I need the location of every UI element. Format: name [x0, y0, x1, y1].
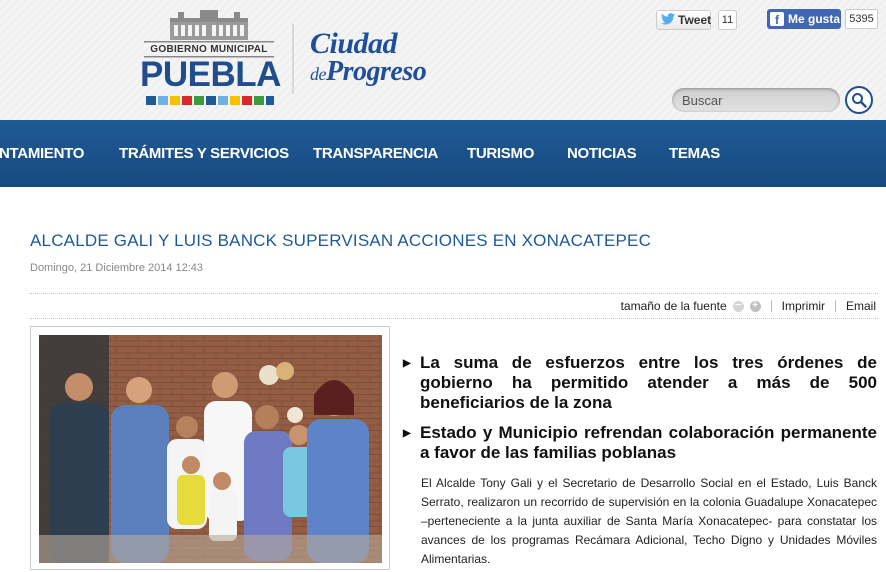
tagline-line2-wrapper: deProgreso [310, 56, 427, 88]
article-date: Domingo, 21 Diciembre 2014 12:43 [30, 262, 204, 274]
tweet-button[interactable]: Tweet [656, 10, 711, 30]
print-link[interactable]: Imprimir [782, 299, 825, 313]
toolbar-separator [770, 300, 772, 312]
article-photo[interactable] [39, 335, 382, 563]
tagline-line1: Ciudad [310, 27, 398, 60]
divider [30, 293, 878, 294]
tweet-count: 11 [718, 10, 737, 30]
site-header: GOBIERNO MUNICIPAL PUEBLA Ciudad deProgr… [0, 0, 886, 120]
search-button[interactable] [845, 86, 873, 114]
bullet-text: La suma de esfuerzos entre los tres órde… [420, 353, 877, 412]
bullet-arrow-icon: ▶ [403, 358, 411, 369]
nav-item-tramites[interactable]: TRÁMITES Y SERVICIOS [119, 145, 289, 162]
font-size-label: tamaño de la fuente [620, 299, 727, 313]
facebook-like-button[interactable]: f Me gusta [767, 9, 841, 29]
highlight-bullet: ▶ Estado y Municipio refrendan colaborac… [403, 423, 877, 463]
font-increase-icon[interactable]: + [749, 300, 761, 312]
email-link[interactable]: Email [846, 299, 876, 313]
divider [30, 318, 878, 319]
main-navigation: NTAMIENTO TRÁMITES Y SERVICIOS TRANSPARE… [0, 120, 886, 187]
bullet-arrow-icon: ▶ [403, 428, 411, 439]
facebook-like-count: 5395 [845, 9, 878, 29]
article-title[interactable]: ALCALDE GALI Y LUIS BANCK SUPERVISAN ACC… [30, 231, 651, 251]
logo-small-text: GOBIERNO MUNICIPAL [150, 44, 268, 55]
tweet-label: Tweet [678, 13, 712, 27]
article-body: El Alcalde Tony Gali y el Secretario de … [421, 476, 877, 566]
bullet-text: Estado y Municipio refrendan colaboració… [420, 423, 877, 462]
nav-item-transparencia[interactable]: TRANSPARENCIA [313, 145, 438, 162]
twitter-bird-icon [661, 12, 675, 28]
nav-item-ayuntamiento[interactable]: NTAMIENTO [0, 145, 84, 162]
ciudad-de-progreso-logo: Ciudad deProgreso [310, 27, 427, 88]
puebla-logo[interactable]: GOBIERNO MUNICIPAL PUEBLA [140, 8, 281, 108]
tagline-line2: Progreso [326, 56, 427, 87]
nav-item-noticias[interactable]: NOTICIAS [567, 145, 637, 162]
group-photo-image [39, 335, 382, 563]
logo-divider [292, 24, 294, 94]
highlight-bullet: ▶ La suma de esfuerzos entre los tres ór… [403, 353, 877, 413]
tagline-de: de [310, 64, 327, 84]
article-toolbar: tamaño de la fuente − + Imprimir Email [621, 299, 876, 313]
font-decrease-icon[interactable]: − [732, 300, 744, 312]
toolbar-separator [834, 300, 836, 312]
nav-item-turismo[interactable]: TURISMO [467, 145, 534, 162]
search-icon [852, 93, 867, 108]
facebook-icon: f [770, 12, 784, 26]
logo-main-text: PUEBLA [140, 55, 281, 94]
facebook-like-label: Me gusta [788, 12, 841, 26]
search-input[interactable] [672, 88, 840, 112]
article-photo-frame [30, 326, 390, 570]
nav-item-temas[interactable]: TEMAS [669, 145, 720, 162]
